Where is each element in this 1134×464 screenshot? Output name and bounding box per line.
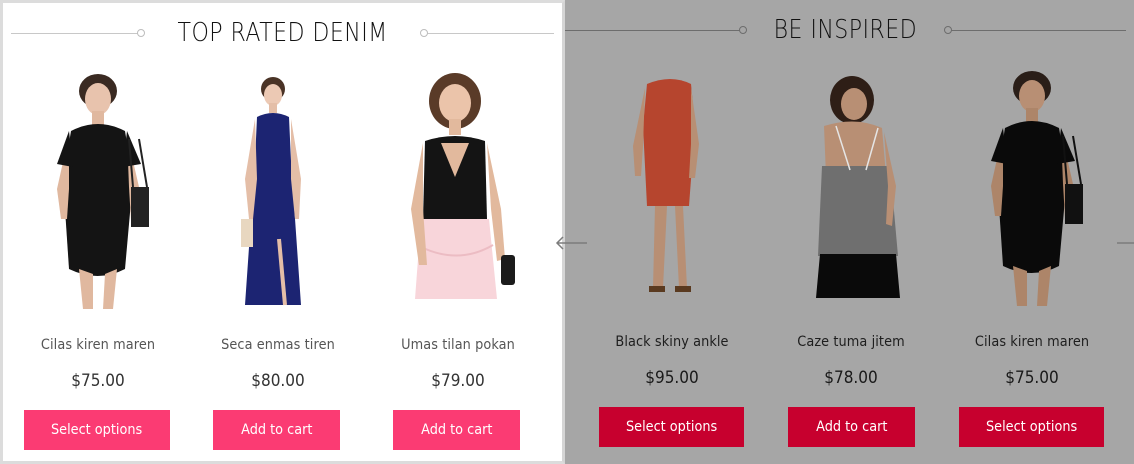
product-card: Cilas kiren maren $75.00 Select options [947, 66, 1117, 456]
product-card: Caze tuma jitem $78.00 Add to cart [766, 66, 936, 456]
be-inspired-panel: BE INSPIRED Black skiny ankle $95.00 Sel… [555, 0, 1134, 464]
select-options-button[interactable]: Select options [24, 410, 170, 450]
product-image[interactable] [373, 69, 543, 309]
title-divider-left [11, 28, 145, 37]
product-image[interactable] [13, 69, 183, 309]
section-title-top-rated: TOP RATED DENIM [3, 15, 562, 51]
product-name[interactable]: Umas tilan pokan [380, 337, 536, 353]
product-name[interactable]: Black skiny ankle [594, 334, 750, 350]
product-name[interactable]: Cilas kiren maren [20, 337, 176, 353]
product-price: $95.00 [645, 368, 699, 388]
product-image[interactable] [947, 66, 1117, 306]
title-dot-icon [943, 25, 952, 34]
add-to-cart-button[interactable]: Add to cart [213, 410, 340, 450]
page-title: BE INSPIRED [773, 15, 918, 45]
title-divider-right [420, 28, 555, 37]
section-title-be-inspired: BE INSPIRED [557, 12, 1134, 48]
page-title: TOP RATED DENIM [177, 18, 388, 48]
product-list: Black skiny ankle $95.00 Select options [565, 66, 1134, 456]
select-options-button[interactable]: Select options [599, 407, 744, 447]
product-carousel-stage: TOP RATED DENIM Cilas kiren maren $75.00… [0, 0, 1134, 464]
button-label: Add to cart [240, 422, 313, 438]
button-label: Add to cart [420, 422, 493, 438]
product-card: Seca enmas tiren $80.00 Add to cart [193, 69, 363, 459]
button-label: Select options [51, 422, 143, 438]
product-card: Cilas kiren maren $75.00 Select options [13, 69, 183, 459]
product-price: $75.00 [71, 371, 125, 391]
title-dot-icon [739, 25, 748, 34]
button-label: Select options [625, 419, 718, 435]
product-name[interactable]: Cilas kiren maren [954, 334, 1110, 350]
add-to-cart-button[interactable]: Add to cart [788, 407, 915, 447]
top-rated-denim-panel: TOP RATED DENIM Cilas kiren maren $75.00… [0, 0, 565, 464]
product-name[interactable]: Caze tuma jitem [773, 334, 929, 350]
product-list: Cilas kiren maren $75.00 Select options [3, 69, 562, 459]
title-divider-right [943, 25, 1127, 34]
product-card: Umas tilan pokan $79.00 Add to cart [373, 69, 543, 459]
product-image[interactable] [766, 66, 936, 306]
button-label: Select options [985, 419, 1078, 435]
product-price: $75.00 [1005, 368, 1059, 388]
product-price: $78.00 [824, 368, 878, 388]
title-dot-icon [420, 28, 429, 37]
product-card: Black skiny ankle $95.00 Select options [587, 66, 757, 456]
product-name[interactable]: Seca enmas tiren [200, 337, 356, 353]
product-image[interactable] [193, 69, 363, 309]
product-price: $79.00 [431, 371, 485, 391]
title-divider-left [565, 25, 748, 34]
title-dot-icon [136, 28, 145, 37]
product-price: $80.00 [251, 371, 305, 391]
product-image[interactable] [587, 66, 757, 306]
button-label: Add to cart [815, 419, 888, 435]
select-options-button[interactable]: Select options [959, 407, 1104, 447]
add-to-cart-button[interactable]: Add to cart [393, 410, 520, 450]
